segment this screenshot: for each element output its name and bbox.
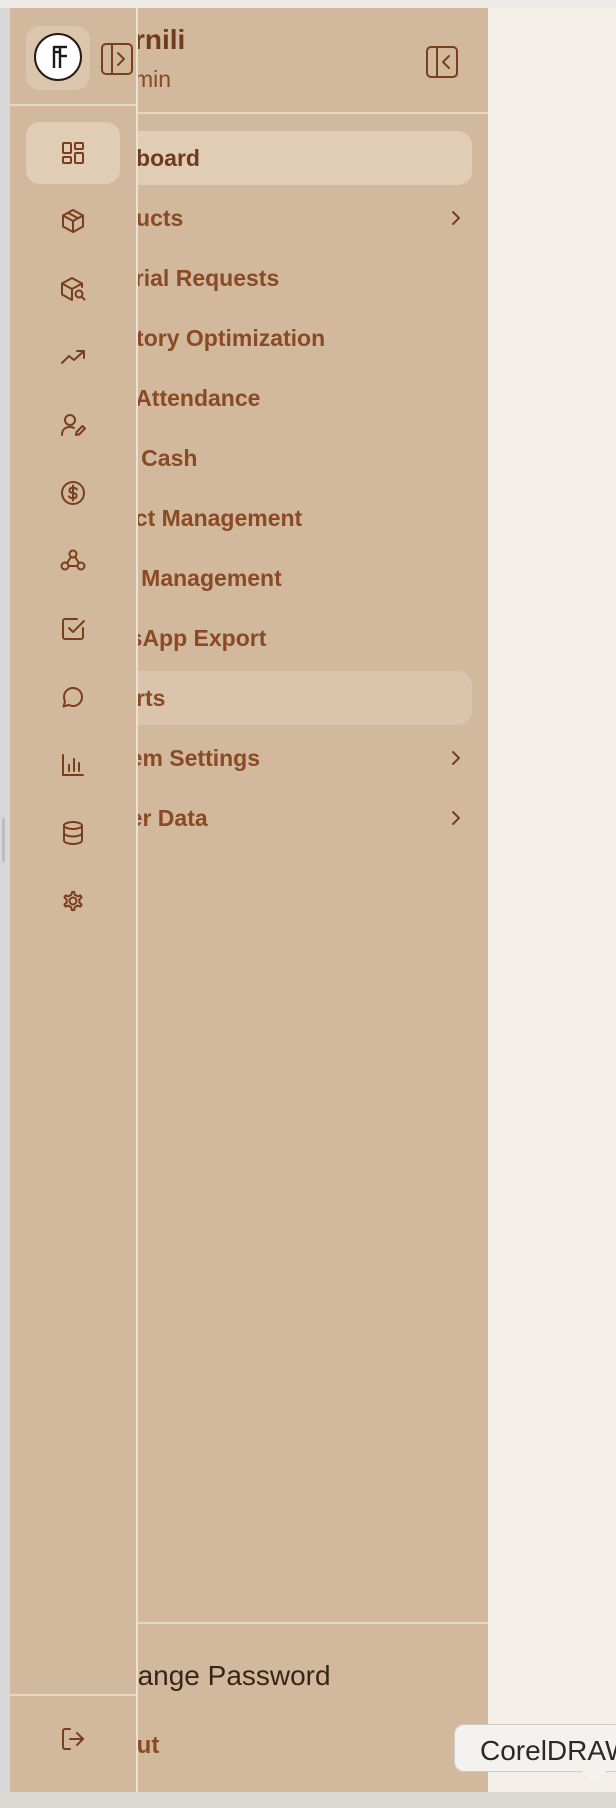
rail-whatsapp-export[interactable] [26, 666, 120, 728]
logo-container[interactable] [26, 26, 90, 90]
rail-products[interactable] [26, 190, 120, 252]
chevron-right-icon [452, 751, 460, 765]
logout-icon [62, 1728, 84, 1750]
window-bottom-edge [0, 1792, 616, 1808]
bar-chart-icon [62, 754, 84, 776]
rail-logout-button[interactable] [26, 1712, 120, 1766]
rail-header-divider [10, 104, 136, 106]
nav-label: tsApp Export [122, 625, 267, 651]
rail-staff-attendance[interactable] [26, 394, 120, 456]
chevron-right-icon [452, 811, 460, 825]
rail-task-management[interactable] [26, 598, 120, 660]
user-pen-icon [61, 414, 86, 436]
left-window-edge [0, 8, 10, 1792]
window-top-edge [0, 0, 616, 8]
ff-monogram-icon [52, 45, 67, 68]
rail-reports[interactable] [26, 734, 120, 796]
icon-rail [10, 8, 138, 1792]
settings-gear-icon [63, 890, 83, 912]
chat-bubble-icon [62, 687, 83, 708]
rail-material-requests[interactable] [26, 258, 120, 320]
check-square-icon [62, 618, 85, 640]
network-icon [60, 549, 86, 571]
main-content-area [488, 8, 616, 1792]
trending-up-icon [61, 350, 85, 364]
brand-role: min [134, 66, 172, 92]
chevron-right-icon [452, 211, 460, 225]
rail-dashboard[interactable] [26, 122, 120, 184]
database-icon [63, 821, 83, 845]
nav-label: f Attendance [122, 385, 261, 411]
nav-label: k Management [122, 565, 282, 591]
rail-system-settings[interactable] [26, 870, 120, 932]
brand-name: rnili [134, 24, 186, 55]
rail-petty-cash[interactable] [26, 462, 120, 524]
rail-footer-divider [10, 1694, 136, 1696]
nav-label: tem Settings [122, 745, 261, 771]
rail-master-data[interactable] [26, 802, 120, 864]
panel-left-close-icon [426, 46, 458, 78]
brand-logo [34, 33, 82, 81]
expand-sidebar-button[interactable] [98, 40, 136, 78]
package-search-icon [61, 277, 86, 301]
package-icon [62, 209, 84, 233]
taskbar-tooltip: CorelDRAW [454, 1724, 616, 1772]
tooltip-text: CorelDRAW [480, 1735, 616, 1766]
nav-label: erial Requests [122, 265, 280, 291]
nav-label: ect Management [122, 505, 303, 531]
rail-inventory-optimization[interactable] [26, 326, 120, 388]
change-password-label: hange Password [122, 1660, 331, 1691]
panel-right-open-icon [101, 43, 133, 75]
tooltip-arrow [582, 1771, 606, 1785]
nav-label: ntory Optimization [122, 325, 326, 351]
dollar-circle-icon [61, 481, 85, 505]
resize-grip[interactable] [2, 818, 5, 862]
dashboard-grid-icon [62, 142, 84, 164]
collapse-sidebar-button[interactable] [422, 42, 462, 82]
rail-project-management[interactable] [26, 530, 120, 592]
